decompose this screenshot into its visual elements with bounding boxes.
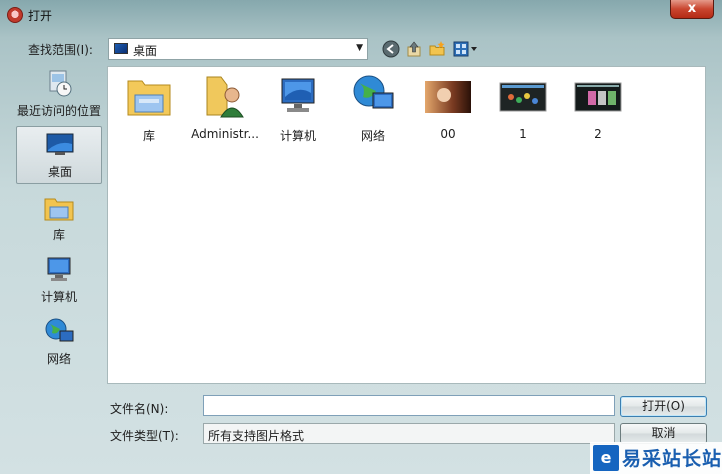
file-label: 2 <box>594 127 602 141</box>
watermark: e 易采站长站 <box>590 442 722 474</box>
look-in-label: 查找范围(I): <box>28 43 93 57</box>
file-item[interactable]: 00 <box>413 71 483 151</box>
file-name-input[interactable] <box>203 395 615 416</box>
look-in-value: 桌面 <box>133 44 158 58</box>
image-thumbnail <box>499 82 547 112</box>
desktop-icon <box>114 43 128 54</box>
computer-icon <box>47 257 71 281</box>
desktop-icon <box>46 133 74 155</box>
recent-places-icon <box>49 70 72 97</box>
libraries-folder-icon <box>127 80 171 116</box>
network-icon <box>353 75 394 109</box>
file-item[interactable]: 库 <box>114 71 184 151</box>
libraries-icon <box>44 198 74 221</box>
place-label: 库 <box>52 228 65 242</box>
window-title: 打开 <box>28 9 53 23</box>
place-label: 最近访问的位置 <box>16 104 101 118</box>
image-thumbnail <box>425 81 471 113</box>
file-item[interactable]: 1 <box>488 71 558 151</box>
places-bar: 最近访问的位置 桌面 库 计算机 网络 <box>14 66 102 384</box>
place-desktop[interactable]: 桌面 <box>16 126 102 184</box>
image-thumbnail <box>574 82 622 112</box>
place-label: 桌面 <box>47 165 72 179</box>
place-computer[interactable]: 计算机 <box>16 252 102 310</box>
user-folder-icon <box>206 76 244 118</box>
watermark-text: 易采站长站 <box>622 448 722 470</box>
watermark-logo-icon: e <box>593 445 619 471</box>
file-type-label: 文件类型(T): <box>110 429 179 443</box>
close-button[interactable]: x <box>670 0 714 19</box>
cancel-button[interactable]: 取消 <box>620 423 707 444</box>
new-folder-icon[interactable] <box>428 40 446 58</box>
app-icon <box>7 7 23 23</box>
computer-icon <box>281 78 315 112</box>
open-dialog: 打开 x 查找范围(I): 桌面 ▼ 最近访问的位置 桌面 库 计算机 网络 库… <box>0 0 722 474</box>
chevron-down-icon[interactable]: ▼ <box>356 43 363 53</box>
file-type-value: 所有支持图片格式 <box>208 429 305 443</box>
file-item[interactable]: 网络 <box>338 71 408 151</box>
title-bar: 打开 x <box>0 0 722 32</box>
place-network[interactable]: 网络 <box>16 314 102 372</box>
file-type-select[interactable]: 所有支持图片格式 <box>203 423 615 444</box>
file-item[interactable]: 计算机 <box>263 71 333 151</box>
views-menu-icon[interactable] <box>453 40 479 58</box>
network-icon <box>45 318 74 342</box>
back-icon[interactable] <box>382 40 400 58</box>
up-folder-icon[interactable] <box>405 40 423 58</box>
look-in-combo[interactable]: 桌面 ▼ <box>108 38 368 60</box>
file-item[interactable]: 2 <box>563 71 633 151</box>
file-list[interactable]: 库 Administr... 计算机 网络 00 1 2 <box>107 66 706 384</box>
place-recent[interactable]: 最近访问的位置 <box>16 66 102 124</box>
file-item[interactable]: Administr... <box>190 71 260 151</box>
place-libraries[interactable]: 库 <box>16 190 102 248</box>
open-button[interactable]: 打开(O) <box>620 396 707 417</box>
file-name-label: 文件名(N): <box>110 402 169 416</box>
place-label: 计算机 <box>40 290 77 304</box>
place-label: 网络 <box>46 352 71 366</box>
